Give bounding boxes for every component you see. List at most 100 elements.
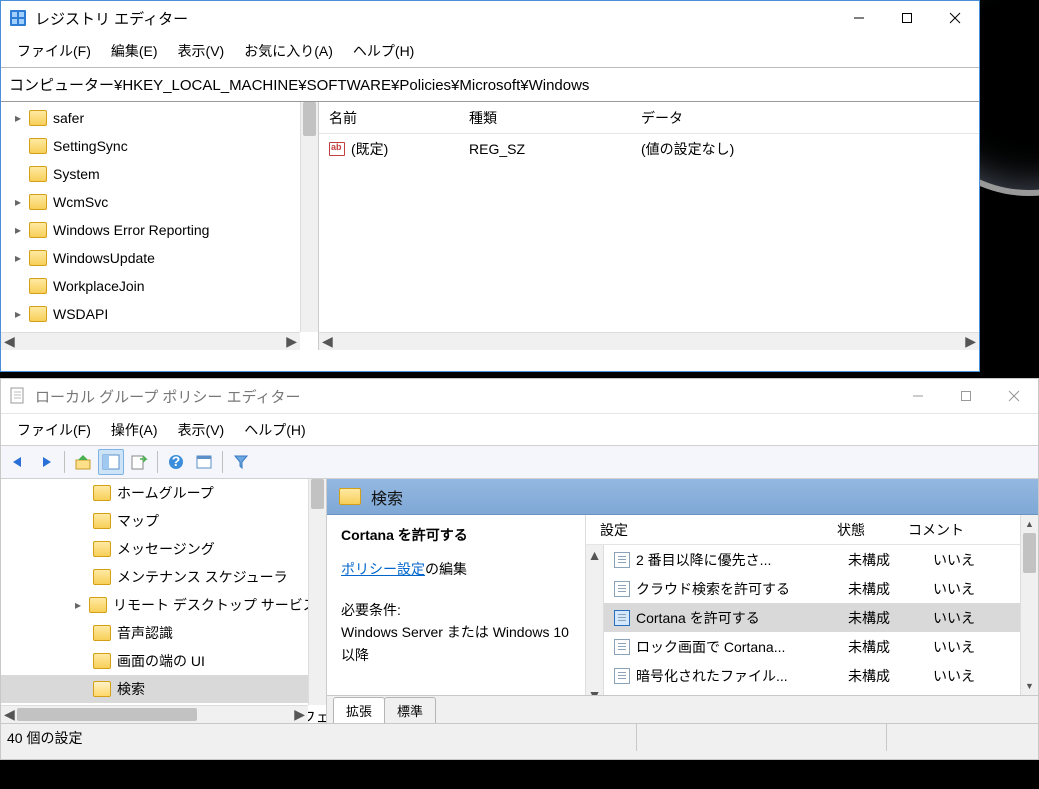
- policy-setting-link[interactable]: ポリシー設定: [341, 561, 425, 577]
- tree-node[interactable]: ホームグループ: [1, 479, 326, 507]
- menu-edit[interactable]: 編集(E): [101, 37, 168, 65]
- col-state[interactable]: 状態: [796, 520, 896, 540]
- close-button[interactable]: [931, 2, 979, 34]
- tree-node[interactable]: System: [1, 160, 318, 188]
- menu-view[interactable]: 表示(V): [168, 416, 235, 444]
- tree-node[interactable]: ▸リモート デスクトップ サービス: [1, 591, 326, 619]
- tree-node[interactable]: WorkplaceJoin: [1, 272, 318, 300]
- tree-node[interactable]: マップ: [1, 507, 326, 535]
- requirements-text: Windows Server または Windows 10 以降: [341, 621, 571, 666]
- tab-standard[interactable]: 標準: [384, 697, 436, 723]
- col-data[interactable]: データ: [631, 108, 979, 128]
- value-type: REG_SZ: [459, 141, 631, 157]
- setting-comment: いいえ: [914, 608, 984, 628]
- setting-name: Cortana を許可する: [636, 608, 760, 628]
- gp-breadcrumb: 検索: [327, 479, 1038, 515]
- menu-file[interactable]: ファイル(F): [7, 37, 101, 65]
- crumb-label: 検索: [371, 485, 403, 509]
- tree-node[interactable]: メンテナンス スケジューラ: [1, 563, 326, 591]
- setting-row[interactable]: 暗号化されたファイル...未構成いいえ: [604, 661, 1038, 690]
- minimize-button[interactable]: [894, 380, 942, 412]
- setting-row[interactable]: クラウド検索を許可する未構成いいえ: [604, 574, 1038, 603]
- list-header[interactable]: 設定 状態 コメント: [586, 515, 1038, 545]
- gp-tree-hscroll[interactable]: ◀▶: [1, 705, 308, 723]
- minimize-button[interactable]: [835, 2, 883, 34]
- list-left-scroll[interactable]: ▲▼: [586, 545, 604, 695]
- tree-node[interactable]: ▸WcmSvc: [1, 188, 318, 216]
- tree-node[interactable]: 音声認識: [1, 619, 326, 647]
- tree-vscroll[interactable]: [300, 102, 318, 332]
- tab-extended[interactable]: 拡張: [333, 697, 385, 723]
- node-label: ホームグループ: [117, 483, 214, 503]
- col-setting[interactable]: 設定: [586, 520, 796, 540]
- tree-node[interactable]: ▸ WSDAPI: [1, 300, 318, 328]
- chevron-icon[interactable]: ▸: [15, 195, 29, 209]
- setting-row[interactable]: 検索と Cortana によ...未構成いいえ: [604, 690, 1038, 695]
- menu-action[interactable]: 操作(A): [101, 416, 168, 444]
- chevron-icon[interactable]: ▸: [15, 251, 29, 265]
- forward-button[interactable]: [33, 449, 59, 475]
- regedit-window: レジストリ エディター ファイル(F) 編集(E) 表示(V) お気に入り(A)…: [0, 0, 980, 372]
- tree-node[interactable]: 画面の端の UI: [1, 647, 326, 675]
- close-button[interactable]: [990, 380, 1038, 412]
- node-label: 音声認識: [117, 623, 173, 643]
- setting-row[interactable]: Cortana を許可する未構成いいえ: [604, 603, 1038, 632]
- setting-comment: いいえ: [914, 666, 984, 686]
- menu-favorites[interactable]: お気に入り(A): [234, 37, 343, 65]
- tree-node[interactable]: SettingSync: [1, 132, 318, 160]
- folder-icon: [93, 541, 111, 557]
- settings-list: 設定 状態 コメント ▲▼ 2 番目以降に優先さ...未構成いいえクラウド検索を…: [585, 515, 1038, 695]
- col-comment[interactable]: コメント: [896, 520, 966, 540]
- maximize-button[interactable]: [883, 2, 931, 34]
- chevron-icon[interactable]: ▸: [15, 111, 29, 125]
- setting-detail: Cortana を許可する ポリシー設定の編集 必要条件: Windows Se…: [327, 515, 585, 695]
- regedit-tree[interactable]: ▸ safer SettingSync System ▸WcmSvc▸Windows E…: [1, 102, 319, 350]
- menu-help[interactable]: ヘルプ(H): [234, 416, 315, 444]
- tree-node[interactable]: ▸Windows Error Reporting: [1, 216, 318, 244]
- filter-button[interactable]: [228, 449, 254, 475]
- col-name[interactable]: 名前: [319, 108, 459, 128]
- setting-row[interactable]: 2 番目以降に優先さ...未構成いいえ: [604, 545, 1038, 574]
- maximize-button[interactable]: [942, 380, 990, 412]
- address-bar[interactable]: コンピューター¥HKEY_LOCAL_MACHINE¥SOFTWARE¥Poli…: [1, 67, 979, 102]
- tree-hscroll[interactable]: ◀▶: [1, 332, 300, 350]
- menu-view[interactable]: 表示(V): [168, 37, 235, 65]
- setting-row[interactable]: ロック画面で Cortana...未構成いいえ: [604, 632, 1038, 661]
- col-type[interactable]: 種類: [459, 108, 631, 128]
- regedit-titlebar[interactable]: レジストリ エディター: [1, 1, 979, 35]
- tree-node[interactable]: ▸WindowsUpdate: [1, 244, 318, 272]
- setting-icon: [614, 552, 630, 568]
- svg-text:?: ?: [172, 454, 181, 469]
- list-vscroll[interactable]: ▲ ▼: [1020, 515, 1038, 695]
- chevron-icon[interactable]: ▸: [15, 223, 29, 237]
- back-button[interactable]: [5, 449, 31, 475]
- menu-help[interactable]: ヘルプ(H): [343, 37, 424, 65]
- values-hscroll[interactable]: ◀▶: [319, 332, 979, 350]
- folder-icon: [93, 681, 111, 697]
- gp-tree-vscroll[interactable]: [308, 479, 326, 705]
- show-hide-tree-button[interactable]: [98, 449, 124, 475]
- values-header[interactable]: 名前 種類 データ: [319, 102, 979, 134]
- chevron-icon[interactable]: ▸: [75, 598, 89, 612]
- setting-icon: [614, 610, 630, 626]
- help-button[interactable]: ?: [163, 449, 189, 475]
- gpedit-tree[interactable]: ホームグループマップメッセージングメンテナンス スケジューラ ▸リモート デスクト…: [1, 479, 327, 723]
- export-button[interactable]: [126, 449, 152, 475]
- folder-icon: [29, 250, 47, 266]
- value-row[interactable]: (既定) REG_SZ (値の設定なし): [319, 134, 979, 164]
- node-label: safer: [53, 110, 84, 126]
- node-label: メンテナンス スケジューラ: [117, 567, 288, 587]
- node-label: System: [53, 166, 100, 182]
- node-label: WSDAPI: [53, 306, 108, 322]
- node-label: 検索: [117, 679, 145, 699]
- requirements-label: 必要条件:: [341, 599, 571, 621]
- tree-node[interactable]: メッセージング: [1, 535, 326, 563]
- properties-button[interactable]: [191, 449, 217, 475]
- tree-node[interactable]: ▸ safer: [1, 104, 318, 132]
- folder-icon: [339, 488, 361, 505]
- chevron-icon[interactable]: ▸: [15, 307, 29, 321]
- menu-file[interactable]: ファイル(F): [7, 416, 101, 444]
- gpedit-titlebar[interactable]: ローカル グループ ポリシー エディター: [1, 379, 1038, 413]
- tree-node[interactable]: 検索: [1, 675, 326, 703]
- up-button[interactable]: [70, 449, 96, 475]
